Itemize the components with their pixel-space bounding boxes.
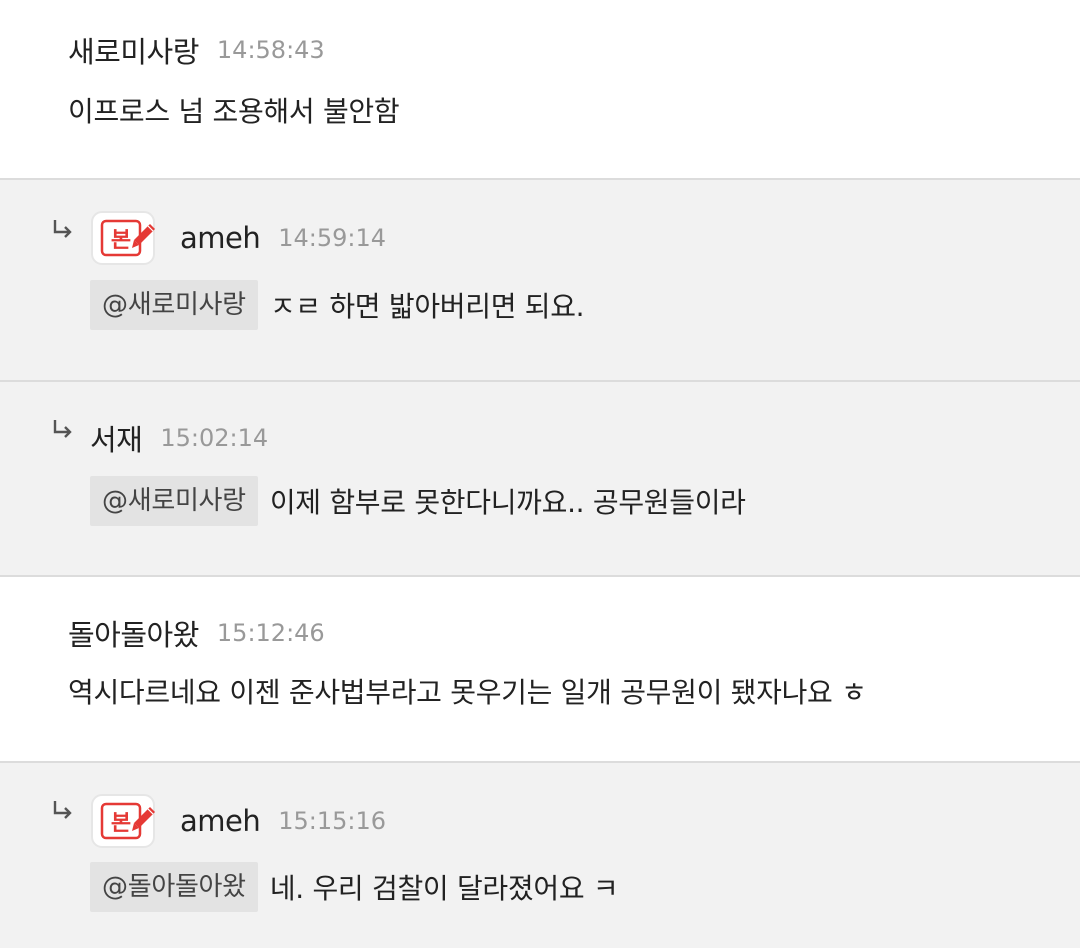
comment-author[interactable]: 새로미사랑 [68,29,199,71]
comment-header: 새로미사랑 14:58:43 [68,22,325,78]
reply-arrow-icon [53,420,72,438]
reply-comment-item: 본 ameh 15:15:16 @돌아돌아왔 네. 우리 검찰이 달라졌어요 ㅋ [0,763,1080,948]
reply-arrow-icon [53,801,72,819]
comment-author[interactable]: 서재 [90,417,143,459]
comment-time: 15:15:16 [278,807,387,835]
mention-tag[interactable]: @새로미사랑 [90,476,258,526]
reply-arrow-icon [53,220,72,238]
comment-header: 본 ameh 14:59:14 [90,210,386,266]
comment-body: @돌아돌아왔 네. 우리 검찰이 달라졌어요 ㅋ [90,862,619,912]
comment-time: 14:58:43 [216,36,325,64]
comment-text: ㅈㄹ 하면 밟아버리면 되요. [269,290,585,323]
comment-time: 14:59:14 [278,224,387,252]
comment-body: @새로미사랑 이제 함부로 못한다니까요.. 공무원들이라 [90,476,746,526]
badge-text: 본 [111,811,131,836]
comment-item: 돌아돌아왔 15:12:46 역시다르네요 이젠 준사법부라고 못우기는 일개 … [0,577,1080,761]
comment-author[interactable]: ameh [180,221,261,255]
comment-item: 새로미사랑 14:58:43 이프로스 넘 조용해서 불안함 [0,0,1080,178]
comment-header: 서재 15:02:14 [90,410,268,466]
comment-text: 네. 우리 검찰이 달라졌어요 ㅋ [269,872,619,905]
comment-text: 이제 함부로 못한다니까요.. 공무원들이라 [269,486,746,519]
reply-comment-item: 본 ameh 14:59:14 @새로미사랑 ㅈㄹ 하면 밟아버리면 되요. [0,180,1080,380]
author-badge-icon: 본 [90,210,160,266]
comment-author[interactable]: ameh [180,804,261,838]
author-badge-icon: 본 [90,793,160,849]
comment-time: 15:12:46 [216,619,325,647]
comment-header: 돌아돌아왔 15:12:46 [68,605,325,661]
mention-tag[interactable]: @새로미사랑 [90,280,258,330]
comment-header: 본 ameh 15:15:16 [90,793,386,849]
comment-text: 역시다르네요 이젠 준사법부라고 못우기는 일개 공무원이 됐자나요 ㅎ [68,676,867,709]
comment-time: 15:02:14 [160,424,269,452]
badge-text: 본 [111,228,131,253]
mention-tag[interactable]: @돌아돌아왔 [90,862,258,912]
reply-comment-item: 서재 15:02:14 @새로미사랑 이제 함부로 못한다니까요.. 공무원들이… [0,382,1080,575]
comment-text: 이프로스 넘 조용해서 불안함 [68,95,400,128]
comment-body: @새로미사랑 ㅈㄹ 하면 밟아버리면 되요. [90,280,585,330]
comment-author[interactable]: 돌아돌아왔 [68,612,199,654]
